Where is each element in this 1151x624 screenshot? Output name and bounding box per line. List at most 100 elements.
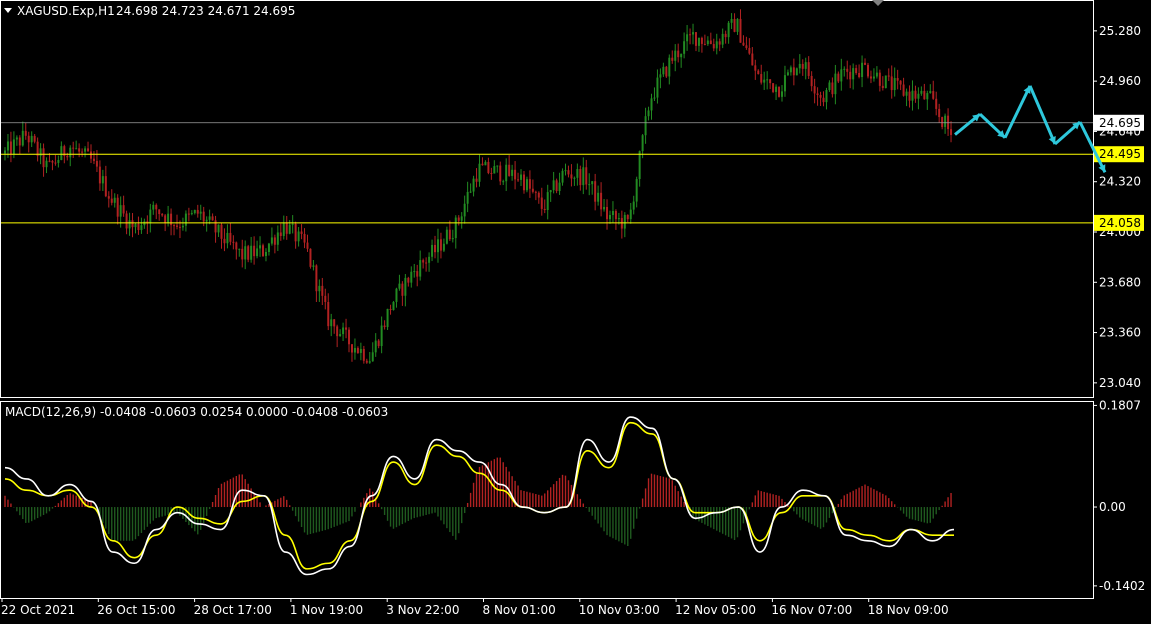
candle-body <box>591 181 594 185</box>
candle-body <box>104 176 107 197</box>
candle-body <box>386 308 389 328</box>
candle-body <box>783 75 786 92</box>
price-tick-label: 25.280 <box>1099 24 1141 38</box>
candle-body <box>457 217 460 221</box>
candle-body <box>259 245 262 249</box>
candle-body <box>674 50 677 61</box>
candle-body <box>365 360 368 363</box>
candle-body <box>525 179 528 191</box>
candle-body <box>905 91 908 96</box>
candle-body <box>339 334 342 337</box>
time-tick-label: 1 Nov 19:00 <box>290 603 363 617</box>
candle-body <box>232 241 235 243</box>
candle-body <box>855 68 858 73</box>
candle-body <box>552 180 555 191</box>
candle-body <box>917 93 920 99</box>
candle-body <box>786 72 789 76</box>
candle-body <box>190 213 193 215</box>
candle-body <box>875 72 878 77</box>
candle-body <box>635 179 638 202</box>
candle-body <box>140 225 143 231</box>
candle-body <box>807 62 810 76</box>
candle-body <box>920 90 923 94</box>
candle-body <box>454 217 457 239</box>
candle-body <box>422 260 425 263</box>
candle-body <box>926 93 929 100</box>
time-tick-label: 26 Oct 15:00 <box>97 603 175 617</box>
macd-panel[interactable] <box>0 401 1094 599</box>
candle-body <box>356 347 359 353</box>
candle-body <box>315 265 318 292</box>
candle-body <box>869 76 872 79</box>
candle-body <box>929 91 932 94</box>
candle-body <box>214 220 217 233</box>
candle-body <box>585 167 588 185</box>
candle-body <box>81 151 84 153</box>
candle-body <box>739 18 742 43</box>
candle-body <box>617 218 620 220</box>
candle-body <box>27 135 30 143</box>
candle-body <box>279 232 282 237</box>
candle-body <box>813 86 816 94</box>
candle-body <box>419 260 422 277</box>
candle-body <box>229 232 232 242</box>
candle-body <box>843 68 846 70</box>
candle-body <box>371 352 374 362</box>
candle-body <box>336 326 339 337</box>
candle-body <box>152 204 155 210</box>
candle-body <box>694 32 697 46</box>
candle-body <box>721 33 724 45</box>
price-tick-label: 24.960 <box>1099 74 1141 88</box>
candle-body <box>780 91 783 97</box>
candle-body <box>439 239 442 251</box>
candle-body <box>119 205 122 217</box>
candle-body <box>944 115 947 127</box>
candle-body <box>798 63 801 69</box>
candle-body <box>288 224 291 234</box>
candle-body <box>831 82 834 95</box>
candle-body <box>30 135 33 143</box>
candle-body <box>561 170 564 183</box>
candle-body <box>90 151 93 159</box>
candle-body <box>893 78 896 91</box>
candle-body <box>69 147 72 158</box>
candle-body <box>540 197 543 209</box>
candle-body <box>235 242 238 250</box>
candle-body <box>810 75 813 87</box>
time-tick-label: 22 Oct 2021 <box>1 603 75 617</box>
candle-body <box>60 146 63 160</box>
price-tick-label: 23.040 <box>1099 376 1141 390</box>
time-axis: 22 Oct 2021 26 Oct 15:00 28 Oct 17:00 1 Nov… <box>1 598 949 617</box>
candle-body <box>413 271 416 273</box>
candle-body <box>264 251 267 257</box>
candle-body <box>282 222 285 237</box>
candle-body <box>484 161 487 166</box>
candle-body <box>564 170 567 172</box>
candle-body <box>436 239 439 253</box>
ohlc-values: 24.698 24.723 24.671 24.695 <box>116 4 295 18</box>
candle-body <box>938 108 941 118</box>
candle-body <box>849 71 852 80</box>
candle-body <box>401 283 404 296</box>
candle-body <box>303 233 306 243</box>
candle-body <box>816 93 819 95</box>
price-tick-label: 23.680 <box>1099 275 1141 289</box>
candle-body <box>330 319 333 327</box>
candle-body <box>134 224 137 228</box>
trading-chart[interactable]: 25.28024.96024.64024.32024.00023.68023.3… <box>0 0 1151 620</box>
candle-body <box>128 220 131 229</box>
candle-body <box>772 83 775 92</box>
candle-body <box>603 206 606 210</box>
candle-body <box>178 226 181 228</box>
candle-body <box>502 181 505 183</box>
candle-body <box>116 197 119 217</box>
level-price-label: 24.058 <box>1099 216 1141 230</box>
candle-body <box>445 229 448 244</box>
candle-body <box>549 190 552 193</box>
candle-body <box>736 18 739 32</box>
candle-body <box>742 42 745 46</box>
candle-body <box>706 40 709 45</box>
candle-body <box>724 33 727 38</box>
candle-body <box>434 244 437 253</box>
candle-body <box>686 34 689 42</box>
